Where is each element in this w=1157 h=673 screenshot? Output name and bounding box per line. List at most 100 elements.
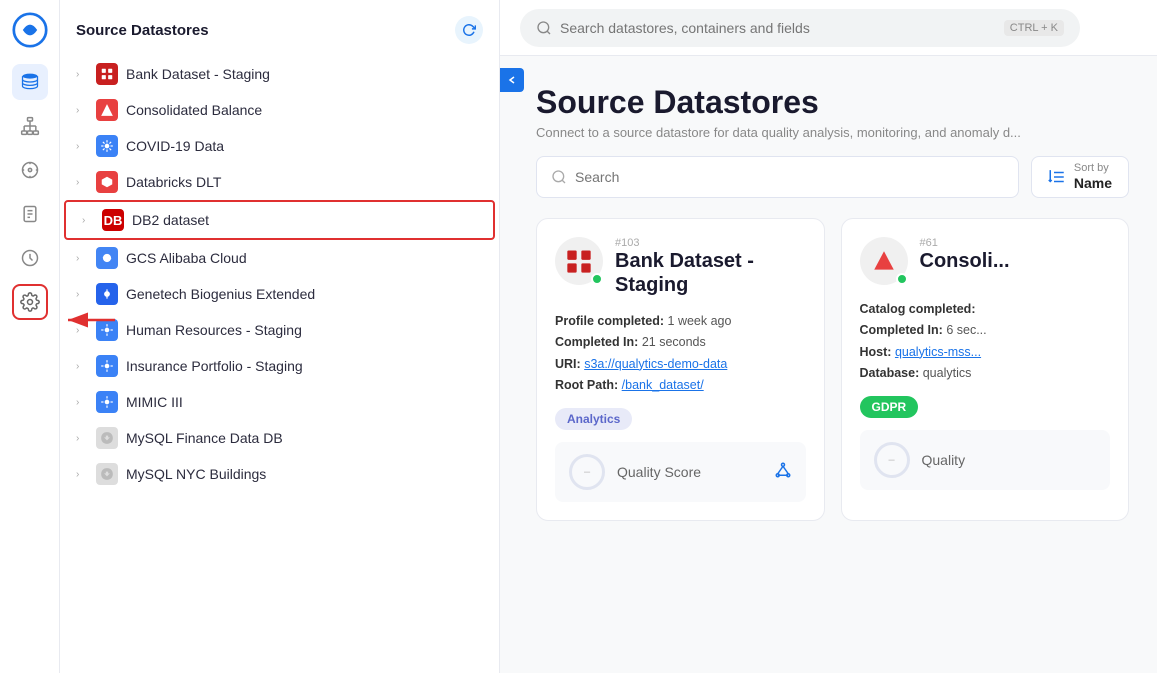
card-meta-bank: #103 Bank Dataset - Staging <box>615 237 806 297</box>
quality-section-bank: – Quality Score <box>555 442 806 502</box>
card-header-consolidated: #61 Consoli... <box>860 237 1111 285</box>
sort-button[interactable]: Sort by Name <box>1031 156 1129 198</box>
tree-item-human[interactable]: › Human Resources - Staging <box>60 312 499 348</box>
chevron-icon: › <box>76 69 88 80</box>
card-detail-host: Host: qualytics-mss... <box>860 342 1111 363</box>
tree-item-db2[interactable]: › DB DB2 dataset <box>64 200 495 240</box>
card-consolidated[interactable]: #61 Consoli... Catalog completed: Comple… <box>841 218 1130 521</box>
tree-item-databricks[interactable]: › Databricks DLT <box>60 164 499 200</box>
card-detail-catalog: Catalog completed: <box>860 299 1111 320</box>
card-icon-wrap-consolidated <box>860 237 908 285</box>
chevron-icon: › <box>76 433 88 444</box>
chevron-icon: › <box>76 289 88 300</box>
content-area: Source Datastores Connect to a source da… <box>500 56 1157 673</box>
card-detail-database: Database: qualytics <box>860 363 1111 384</box>
status-dot-consolidated <box>896 273 908 285</box>
tree-sidebar: Source Datastores › Bank Dataset - Stagi… <box>60 0 500 673</box>
card-header-bank: #103 Bank Dataset - Staging <box>555 237 806 297</box>
card-details-bank: Profile completed: 1 week ago Completed … <box>555 311 806 396</box>
card-detail-profile: Profile completed: 1 week ago <box>555 311 806 332</box>
tree-item-label: Genetech Biogenius Extended <box>126 286 315 302</box>
db2-icon: DB <box>102 209 124 231</box>
databricks-icon <box>96 171 118 193</box>
global-search-bar[interactable]: CTRL + K <box>520 9 1080 47</box>
chevron-icon: › <box>82 215 94 226</box>
card-meta-consolidated: #61 Consoli... <box>920 237 1111 273</box>
cards-grid: #103 Bank Dataset - Staging Profile comp… <box>536 218 1129 521</box>
mysql-nyc-icon <box>96 463 118 485</box>
nav-tasks[interactable] <box>12 196 48 232</box>
nav-compass[interactable] <box>12 152 48 188</box>
quality-label-consolidated: Quality <box>922 452 1097 468</box>
search-icon <box>551 169 567 185</box>
card-tag-consolidated: GDPR <box>860 396 919 418</box>
mimic-icon <box>96 391 118 413</box>
sort-by-value: Name <box>1074 175 1112 192</box>
nav-settings[interactable] <box>12 284 48 320</box>
covid-icon <box>96 135 118 157</box>
tree-item-mysql-nyc[interactable]: › MySQL NYC Buildings <box>60 456 499 492</box>
card-detail-completed: Completed In: 21 seconds <box>555 332 806 353</box>
consolidated-icon <box>96 99 118 121</box>
card-detail-uri: URI: s3a://qualytics-demo-data <box>555 354 806 375</box>
nav-hierarchy[interactable] <box>12 108 48 144</box>
genetech-icon <box>96 283 118 305</box>
nav-database[interactable] <box>12 64 48 100</box>
chevron-icon: › <box>76 177 88 188</box>
tree-item-label: Bank Dataset - Staging <box>126 66 270 82</box>
app-logo[interactable] <box>12 12 48 48</box>
chevron-icon: › <box>76 325 88 336</box>
tree-item-mysql-finance[interactable]: › MySQL Finance Data DB <box>60 420 499 456</box>
chevron-icon: › <box>76 397 88 408</box>
nav-history[interactable] <box>12 240 48 276</box>
page-title-section: Source Datastores Connect to a source da… <box>536 84 1129 140</box>
sort-by-label: Sort by <box>1074 162 1112 175</box>
tree-item-label: Insurance Portfolio - Staging <box>126 358 303 374</box>
human-icon <box>96 319 118 341</box>
tree-item-label: Databricks DLT <box>126 174 221 190</box>
tree-item-covid[interactable]: › COVID-19 Data <box>60 128 499 164</box>
top-bar: CTRL + K <box>500 0 1157 56</box>
sort-text: Sort by Name <box>1074 162 1112 192</box>
refresh-button[interactable] <box>455 16 483 44</box>
chevron-icon: › <box>76 141 88 152</box>
tree-item-consolidated[interactable]: › Consolidated Balance <box>60 92 499 128</box>
tree-item-insurance[interactable]: › Insurance Portfolio - Staging <box>60 348 499 384</box>
tree-item-label: MySQL NYC Buildings <box>126 466 266 482</box>
icon-sidebar <box>0 0 60 673</box>
tree-list: › Bank Dataset - Staging › Consolidated … <box>60 52 499 673</box>
chevron-icon: › <box>76 469 88 480</box>
tree-item-label: MIMIC III <box>126 394 183 410</box>
toolbar: Sort by Name <box>536 156 1129 198</box>
card-id-consolidated: #61 <box>920 237 1111 249</box>
insurance-icon <box>96 355 118 377</box>
keyboard-shortcut: CTRL + K <box>1004 20 1064 36</box>
tree-item-label: DB2 dataset <box>132 212 209 228</box>
sort-icon <box>1048 168 1066 186</box>
quality-section-consolidated: – Quality <box>860 430 1111 490</box>
page-title: Source Datastores <box>536 84 1129 121</box>
tree-item-bank[interactable]: › Bank Dataset - Staging <box>60 56 499 92</box>
quality-label-bank: Quality Score <box>617 464 762 480</box>
card-detail-completed-c: Completed In: 6 sec... <box>860 320 1111 341</box>
quality-circle-bank: – <box>569 454 605 490</box>
tree-item-mimic[interactable]: › MIMIC III <box>60 384 499 420</box>
datastore-search-input[interactable] <box>575 169 1004 185</box>
card-details-consolidated: Catalog completed: Completed In: 6 sec..… <box>860 299 1111 384</box>
card-icon-wrap <box>555 237 603 285</box>
card-bank[interactable]: #103 Bank Dataset - Staging Profile comp… <box>536 218 825 521</box>
tree-item-label: Human Resources - Staging <box>126 322 302 338</box>
panel-toggle-button[interactable] <box>500 68 524 92</box>
quality-network-icon[interactable] <box>774 461 792 484</box>
tree-item-genetech[interactable]: › Genetech Biogenius Extended <box>60 276 499 312</box>
tree-sidebar-title: Source Datastores <box>76 22 209 39</box>
card-tag-bank: Analytics <box>555 408 632 430</box>
global-search-input[interactable] <box>560 20 996 36</box>
tree-item-gcs[interactable]: › GCS Alibaba Cloud <box>60 240 499 276</box>
tree-sidebar-header: Source Datastores <box>60 0 499 52</box>
right-panel: Source Datastores Connect to a source da… <box>500 56 1157 673</box>
tree-item-label: COVID-19 Data <box>126 138 224 154</box>
page-subtitle: Connect to a source datastore for data q… <box>536 125 1129 140</box>
card-name-consolidated: Consoli... <box>920 249 1111 273</box>
datastore-search-box[interactable] <box>536 156 1019 198</box>
